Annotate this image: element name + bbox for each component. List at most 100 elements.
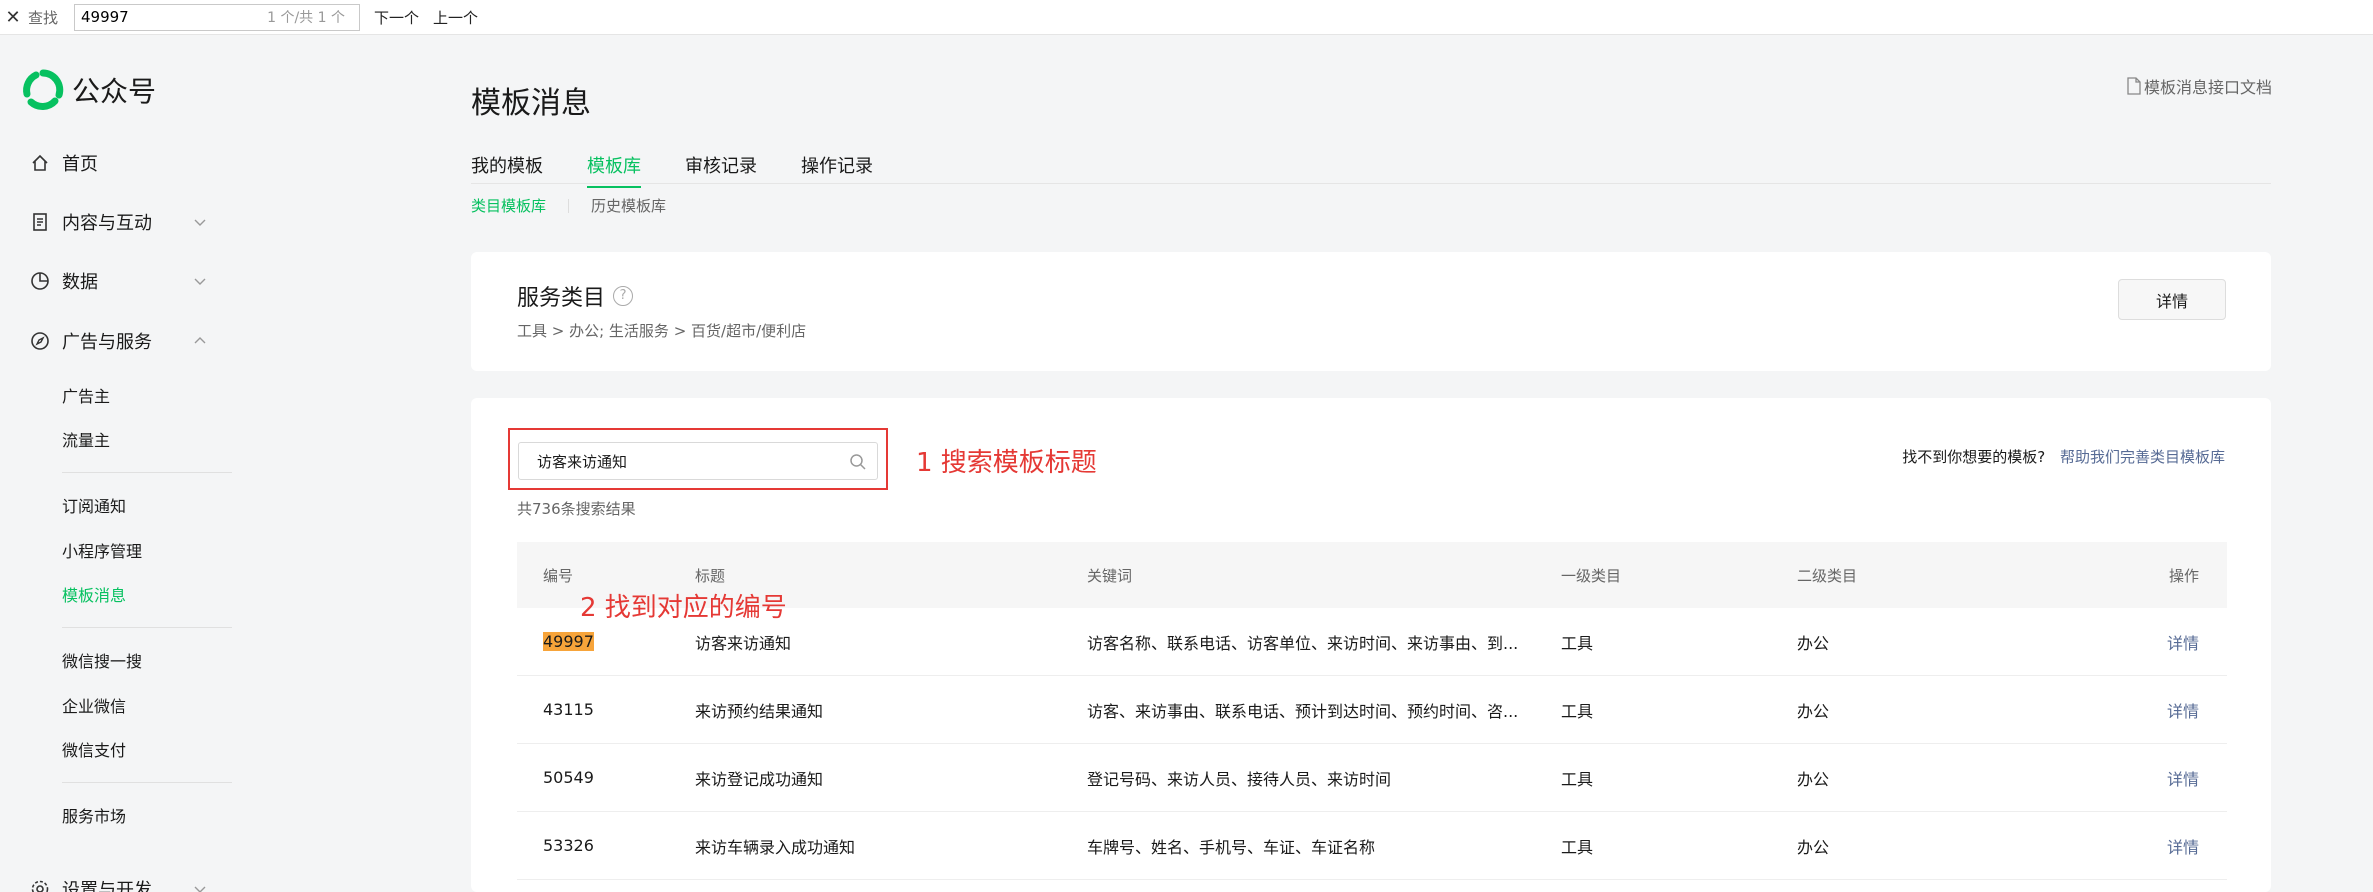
row-category-1: 工具 <box>1561 701 1594 721</box>
sidebar-item-label: 首页 <box>62 154 98 175</box>
sidebar-divider <box>62 782 232 783</box>
row-id: 49997 <box>517 632 695 651</box>
chevron-down-icon <box>194 278 206 285</box>
service-category-title-text: 服务类目 <box>517 286 606 311</box>
row-keywords: 车牌号、姓名、手机号、车证、车证名称 <box>1087 837 1376 857</box>
row-keywords: 访客名称、联系电话、访客单位、来访时间、来访事由、到... <box>1087 633 1519 653</box>
header-id: 编号 <box>543 566 574 585</box>
template-search-input[interactable] <box>519 452 819 470</box>
sidebar-subitem-template-message[interactable]: 模板消息 <box>62 582 126 606</box>
subtab-bar: 类目模板库 历史模板库 <box>471 195 666 216</box>
compass-icon <box>31 332 49 350</box>
file-icon <box>2127 77 2141 95</box>
doc-link[interactable]: 模板消息接口文档 <box>2126 74 2272 98</box>
service-category-path: 工具 > 办公; 生活服务 > 百货/超市/便利店 <box>517 322 807 340</box>
sidebar-subitem-wecom[interactable]: 企业微信 <box>62 693 126 717</box>
page-title: 模板消息 <box>471 86 591 121</box>
table-row: 53326 来访车辆录入成功通知 车牌号、姓名、手机号、车证、车证名称 工具 办… <box>517 812 2227 880</box>
not-found-hint: 找不到你想要的模板? 帮助我们完善类目模板库 <box>1902 446 2225 467</box>
row-title: 来访预约结果通知 <box>695 701 824 721</box>
header-keywords: 关键词 <box>1087 566 1133 585</box>
row-title: 来访车辆录入成功通知 <box>695 837 856 857</box>
subtab-separator <box>568 198 570 213</box>
template-search-card: 1 搜索模板标题 共736条搜索结果 找不到你想要的模板? 帮助我们完善类目模板… <box>471 398 2271 892</box>
subtab-category-library[interactable]: 类目模板库 <box>471 195 546 216</box>
header-category-2: 二级类目 <box>1797 566 1858 585</box>
row-category-2: 办公 <box>1797 701 1830 721</box>
row-id: 50549 <box>543 768 594 787</box>
sidebar-item-data[interactable]: 数据 <box>30 268 220 294</box>
find-match-highlight: 49997 <box>543 632 594 651</box>
sidebar-divider <box>62 627 232 628</box>
find-prev-button[interactable]: 上一个 <box>433 7 478 28</box>
sidebar-subitem-publisher[interactable]: 流量主 <box>62 427 110 451</box>
table-row: 43115 来访预约结果通知 访客、来访事由、联系电话、预计到达时间、预约时间、… <box>517 676 2227 744</box>
find-match-count: 1 个/共 1 个 <box>267 10 345 26</box>
sidebar-subitem-subscribe-notice[interactable]: 订阅通知 <box>62 493 126 517</box>
sidebar-subitem-miniprogram[interactable]: 小程序管理 <box>62 538 142 562</box>
sidebar-item-content[interactable]: 内容与互动 <box>30 209 220 235</box>
header-category-1: 一级类目 <box>1561 566 1622 585</box>
row-keywords: 登记号码、来访人员、接待人员、来访时间 <box>1087 769 1392 789</box>
chevron-up-icon <box>194 337 206 344</box>
find-next-button[interactable]: 下一个 <box>374 7 419 28</box>
find-input[interactable] <box>75 8 245 26</box>
result-count: 共736条搜索结果 <box>517 500 636 518</box>
find-field[interactable]: 1 个/共 1 个 <box>74 3 360 31</box>
row-category-2: 办公 <box>1797 769 1830 789</box>
sidebar-item-label: 设置与开发 <box>62 880 152 892</box>
row-keywords: 访客、来访事由、联系电话、预计到达时间、预约时间、咨... <box>1087 701 1519 721</box>
sidebar-subitem-service-market[interactable]: 服务市场 <box>62 803 126 827</box>
sidebar-item-label: 内容与互动 <box>62 213 152 234</box>
gear-icon <box>31 880 49 892</box>
row-id: 43115 <box>543 700 594 719</box>
not-found-text: 找不到你想要的模板? <box>1902 448 2046 466</box>
doc-link-label: 模板消息接口文档 <box>2144 78 2273 97</box>
row-detail-link[interactable]: 详情 <box>2137 630 2227 654</box>
header-title: 标题 <box>695 566 726 585</box>
row-detail-link[interactable]: 详情 <box>2137 766 2227 790</box>
row-detail-link[interactable]: 详情 <box>2137 698 2227 722</box>
home-icon <box>32 154 48 171</box>
document-icon <box>33 213 47 231</box>
row-category-2: 办公 <box>1797 837 1830 857</box>
sidebar: 公众号 首页 内容与互动 数据 广告与服务 广告主 流量主 订阅通知 小程序管理… <box>0 36 250 892</box>
header-action: 操作 <box>2168 566 2199 585</box>
sidebar-divider <box>62 472 232 473</box>
sidebar-item-label: 数据 <box>62 272 98 293</box>
sidebar-item-home[interactable]: 首页 <box>30 150 220 176</box>
row-category-2: 办公 <box>1797 633 1830 653</box>
search-icon[interactable] <box>849 453 867 471</box>
row-title: 来访登记成功通知 <box>695 769 824 789</box>
sidebar-subitem-advertiser[interactable]: 广告主 <box>62 383 110 407</box>
sidebar-subitem-wechat-search[interactable]: 微信搜一搜 <box>62 648 142 672</box>
sidebar-subitem-wechat-pay[interactable]: 微信支付 <box>62 737 126 761</box>
row-detail-link[interactable]: 详情 <box>2137 834 2227 858</box>
tab-divider <box>471 183 2271 184</box>
table-row: 50549 来访登记成功通知 登记号码、来访人员、接待人员、来访时间 工具 办公… <box>517 744 2227 812</box>
find-label: 查找 <box>28 8 59 27</box>
service-category-title: 服务类目 ? <box>517 280 634 312</box>
row-category-1: 工具 <box>1561 837 1594 857</box>
chevron-down-icon <box>194 219 206 226</box>
brand-name: 公众号 <box>72 75 157 108</box>
row-category-1: 工具 <box>1561 633 1594 653</box>
annotation-step-1: 1 搜索模板标题 <box>916 448 1097 478</box>
template-search-box[interactable] <box>518 442 878 480</box>
wechat-official-account-logo-icon <box>23 69 64 110</box>
service-category-card: 服务类目 ? 工具 > 办公; 生活服务 > 百货/超市/便利店 详情 <box>471 252 2271 371</box>
pie-chart-icon <box>31 272 49 290</box>
category-detail-button[interactable]: 详情 <box>2118 279 2226 320</box>
brand-logo[interactable]: 公众号 <box>22 69 156 111</box>
subtab-history-library[interactable]: 历史模板库 <box>591 195 666 216</box>
find-bar: ✕ 查找 1 个/共 1 个 下一个 上一个 <box>0 0 2373 35</box>
row-category-1: 工具 <box>1561 769 1594 789</box>
sidebar-item-settings[interactable]: 设置与开发 <box>30 876 220 892</box>
chevron-down-icon <box>194 886 206 892</box>
sidebar-item-ads-services[interactable]: 广告与服务 <box>30 328 220 354</box>
close-icon[interactable]: ✕ <box>2 7 24 28</box>
row-title: 访客来访通知 <box>695 633 792 653</box>
sidebar-item-label: 广告与服务 <box>62 332 152 353</box>
improve-library-link[interactable]: 帮助我们完善类目模板库 <box>2060 448 2225 466</box>
help-icon[interactable]: ? <box>613 286 634 306</box>
